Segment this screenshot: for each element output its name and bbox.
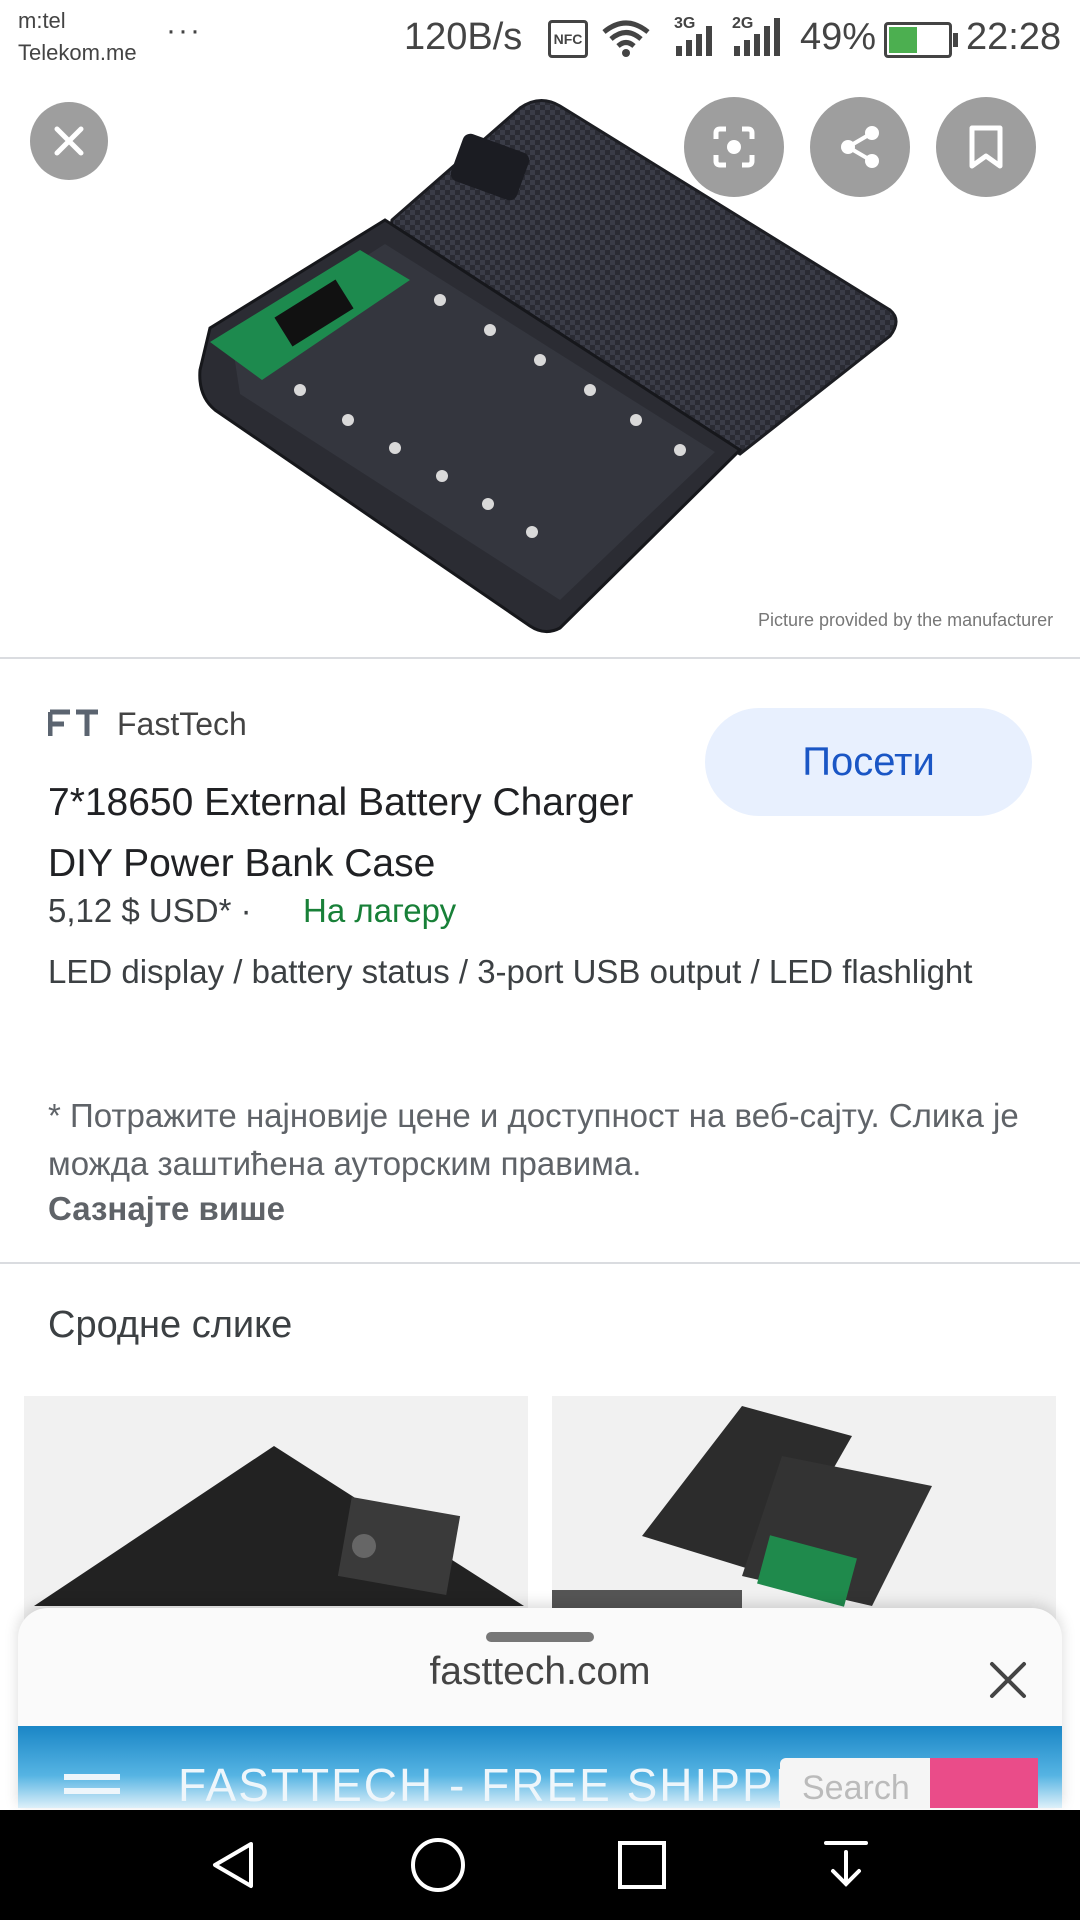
related-images-heading: Сродне слике <box>48 1304 293 1346</box>
notifications-pull-button[interactable] <box>786 1810 906 1920</box>
sheet-url: fasttech.com <box>429 1650 651 1693</box>
lens-search-button[interactable] <box>684 97 784 197</box>
carrier-secondary: Telekom.me <box>18 40 137 65</box>
close-icon <box>54 126 84 156</box>
related-image-graphic <box>34 1446 524 1606</box>
bookmark-icon <box>969 125 1003 169</box>
related-image-1[interactable] <box>24 1396 528 1626</box>
battery-icon <box>884 22 958 58</box>
signal-3g-icon: 3G <box>674 15 712 56</box>
share-button[interactable] <box>810 97 910 197</box>
back-button[interactable] <box>174 1810 294 1920</box>
recents-button[interactable] <box>582 1810 702 1920</box>
image-credit: Picture provided by the manufacturer <box>758 610 1054 630</box>
lens-icon <box>713 126 755 168</box>
wifi-icon <box>602 20 650 57</box>
menu-icon[interactable] <box>64 1774 120 1780</box>
sheet-drag-handle[interactable] <box>486 1632 594 1642</box>
site-search-input[interactable]: Search <box>780 1758 930 1808</box>
home-icon <box>411 1838 465 1892</box>
website-preview-sheet[interactable]: fasttech.com FASTTECH - FREE SHIPPING Se… <box>18 1608 1062 1808</box>
more-notifications-icon: ··· <box>166 14 202 47</box>
network-speed: 120B/s <box>404 16 523 58</box>
divider <box>0 657 1080 659</box>
product-image[interactable] <box>0 80 1080 658</box>
price: 5,12 $ USD* · <box>48 892 252 929</box>
divider <box>0 1262 1080 1264</box>
bookmark-button[interactable] <box>936 97 1036 197</box>
nfc-icon: NFC <box>548 20 588 58</box>
navigation-bar <box>0 1810 1080 1920</box>
close-viewer-button[interactable] <box>30 102 108 180</box>
carrier-name: m:tel <box>18 8 66 33</box>
share-icon <box>841 126 879 168</box>
home-button[interactable] <box>378 1810 498 1920</box>
pull-down-icon <box>824 1841 868 1887</box>
close-icon[interactable] <box>986 1658 1030 1702</box>
related-image-2[interactable] <box>552 1396 1056 1626</box>
recents-icon <box>618 1841 666 1889</box>
product-description: LED display / battery status / 3-port US… <box>48 953 973 990</box>
visit-button[interactable]: Посети <box>705 708 1032 816</box>
related-image-graphic <box>552 1406 932 1626</box>
site-search-button[interactable] <box>930 1758 1038 1808</box>
battery-percent: 49% <box>800 16 877 58</box>
learn-more-link[interactable]: Сазнајте више <box>48 1190 285 1228</box>
stock-status: На лагеру <box>303 892 457 929</box>
svg-text:2G: 2G <box>732 15 753 32</box>
svg-text:3G: 3G <box>674 15 695 32</box>
fasttech-logo-icon <box>48 709 98 736</box>
power-bank-illustration <box>198 99 898 633</box>
signal-2g-icon: 2G <box>732 15 780 56</box>
back-icon <box>213 1842 253 1888</box>
clock: 22:28 <box>966 16 1062 58</box>
banner-title: FASTTECH - FREE SHIPPING <box>178 1759 863 1808</box>
product-title[interactable]: 7*18650 External Battery Charger DIY Pow… <box>48 772 688 894</box>
site-name[interactable]: FastTech <box>117 706 247 743</box>
disclaimer-note: * Потражите најновије цене и доступност … <box>48 1097 1019 1182</box>
